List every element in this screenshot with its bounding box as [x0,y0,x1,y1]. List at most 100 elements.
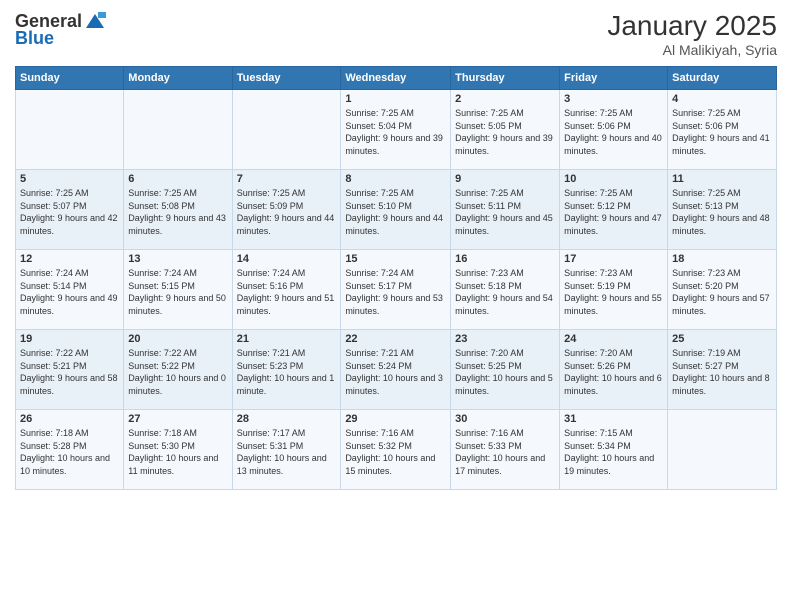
day-content: Sunrise: 7:25 AM Sunset: 5:10 PM Dayligh… [345,187,446,237]
table-row: 20 Sunrise: 7:22 AM Sunset: 5:22 PM Dayli… [124,330,232,410]
day-number: 3 [564,93,663,105]
calendar-week-row: 5 Sunrise: 7:25 AM Sunset: 5:07 PM Daylig… [16,170,777,250]
table-row [668,410,777,490]
page-header: General Blue January 2025 Al Malikiyah, … [15,10,777,58]
table-row: 6 Sunrise: 7:25 AM Sunset: 5:08 PM Daylig… [124,170,232,250]
day-content: Sunrise: 7:25 AM Sunset: 5:06 PM Dayligh… [564,107,663,157]
table-row: 4 Sunrise: 7:25 AM Sunset: 5:06 PM Daylig… [668,90,777,170]
table-row: 9 Sunrise: 7:25 AM Sunset: 5:11 PM Daylig… [451,170,560,250]
table-row: 10 Sunrise: 7:25 AM Sunset: 5:12 PM Dayli… [560,170,668,250]
table-row: 24Sunrise: 7:20 AM Sunset: 5:26 PM Dayli… [560,330,668,410]
day-content: Sunrise: 7:25 AM Sunset: 5:09 PM Dayligh… [237,187,337,237]
table-row: 2 Sunrise: 7:25 AM Sunset: 5:05 PM Daylig… [451,90,560,170]
calendar-body: 1 Sunrise: 7:25 AM Sunset: 5:04 PM Daylig… [16,90,777,490]
day-content: Sunrise: 7:25 AM Sunset: 5:12 PM Dayligh… [564,187,663,237]
calendar-table: Sunday Monday Tuesday Wednesday Thursday… [15,66,777,490]
month-title: January 2025 [607,10,777,42]
day-content: Sunrise: 7:24 AM Sunset: 5:14 PM Dayligh… [20,267,119,317]
day-number: 14 [237,253,337,265]
day-number: 4 [672,93,772,105]
calendar-week-row: 19 Sunrise: 7:22 AM Sunset: 5:21 PM Dayli… [16,330,777,410]
table-row: 31Sunrise: 7:15 AM Sunset: 5:34 PM Dayli… [560,410,668,490]
day-number: 5 [20,173,119,185]
day-number: 12 [20,253,119,265]
table-row: 27Sunrise: 7:18 AM Sunset: 5:30 PM Dayli… [124,410,232,490]
day-number: 11 [672,173,772,185]
table-row: 18Sunrise: 7:23 AM Sunset: 5:20 PM Dayli… [668,250,777,330]
day-number: 20 [128,333,227,345]
day-number: 15 [345,253,446,265]
day-content: Sunrise: 7:20 AM Sunset: 5:25 PM Dayligh… [455,347,555,397]
day-content: Sunrise: 7:21 AM Sunset: 5:24 PM Dayligh… [345,347,446,397]
col-friday: Friday [560,67,668,90]
table-row: 22Sunrise: 7:21 AM Sunset: 5:24 PM Dayli… [341,330,451,410]
day-content: Sunrise: 7:25 AM Sunset: 5:04 PM Dayligh… [345,107,446,157]
table-row: 8 Sunrise: 7:25 AM Sunset: 5:10 PM Daylig… [341,170,451,250]
day-content: Sunrise: 7:16 AM Sunset: 5:33 PM Dayligh… [455,427,555,477]
day-number: 6 [128,173,227,185]
day-content: Sunrise: 7:24 AM Sunset: 5:16 PM Dayligh… [237,267,337,317]
day-number: 19 [20,333,119,345]
day-number: 25 [672,333,772,345]
page-container: General Blue January 2025 Al Malikiyah, … [0,0,792,612]
table-row: 12 Sunrise: 7:24 AM Sunset: 5:14 PM Dayli… [16,250,124,330]
table-row: 28 Sunrise: 7:17 AM Sunset: 5:31 PM Dayli… [232,410,341,490]
day-content: Sunrise: 7:22 AM Sunset: 5:21 PM Dayligh… [20,347,119,397]
day-number: 26 [20,413,119,425]
table-row: 16Sunrise: 7:23 AM Sunset: 5:18 PM Dayli… [451,250,560,330]
day-content: Sunrise: 7:21 AM Sunset: 5:23 PM Dayligh… [237,347,337,397]
table-row: 21 Sunrise: 7:21 AM Sunset: 5:23 PM Dayli… [232,330,341,410]
day-number: 29 [345,413,446,425]
day-number: 13 [128,253,227,265]
table-row: 15 Sunrise: 7:24 AM Sunset: 5:17 PM Dayli… [341,250,451,330]
day-number: 2 [455,93,555,105]
calendar-week-row: 26Sunrise: 7:18 AM Sunset: 5:28 PM Dayli… [16,410,777,490]
day-number: 21 [237,333,337,345]
day-content: Sunrise: 7:25 AM Sunset: 5:06 PM Dayligh… [672,107,772,157]
day-content: Sunrise: 7:19 AM Sunset: 5:27 PM Dayligh… [672,347,772,397]
table-row: 1 Sunrise: 7:25 AM Sunset: 5:04 PM Daylig… [341,90,451,170]
day-content: Sunrise: 7:25 AM Sunset: 5:13 PM Dayligh… [672,187,772,237]
logo: General Blue [15,10,106,49]
day-content: Sunrise: 7:25 AM Sunset: 5:05 PM Dayligh… [455,107,555,157]
col-saturday: Saturday [668,67,777,90]
location-subtitle: Al Malikiyah, Syria [607,42,777,58]
table-row: 23Sunrise: 7:20 AM Sunset: 5:25 PM Dayli… [451,330,560,410]
day-content: Sunrise: 7:17 AM Sunset: 5:31 PM Dayligh… [237,427,337,477]
calendar-week-row: 12 Sunrise: 7:24 AM Sunset: 5:14 PM Dayli… [16,250,777,330]
day-number: 10 [564,173,663,185]
col-thursday: Thursday [451,67,560,90]
day-number: 8 [345,173,446,185]
day-number: 17 [564,253,663,265]
table-row: 14 Sunrise: 7:24 AM Sunset: 5:16 PM Dayli… [232,250,341,330]
table-row: 11 Sunrise: 7:25 AM Sunset: 5:13 PM Dayli… [668,170,777,250]
calendar-week-row: 1 Sunrise: 7:25 AM Sunset: 5:04 PM Daylig… [16,90,777,170]
table-row [232,90,341,170]
table-row: 29 Sunrise: 7:16 AM Sunset: 5:32 PM Dayli… [341,410,451,490]
day-number: 18 [672,253,772,265]
day-number: 7 [237,173,337,185]
col-wednesday: Wednesday [341,67,451,90]
day-number: 1 [345,93,446,105]
day-content: Sunrise: 7:16 AM Sunset: 5:32 PM Dayligh… [345,427,446,477]
day-content: Sunrise: 7:25 AM Sunset: 5:08 PM Dayligh… [128,187,227,237]
day-content: Sunrise: 7:20 AM Sunset: 5:26 PM Dayligh… [564,347,663,397]
col-monday: Monday [124,67,232,90]
table-row: 5 Sunrise: 7:25 AM Sunset: 5:07 PM Daylig… [16,170,124,250]
day-content: Sunrise: 7:23 AM Sunset: 5:19 PM Dayligh… [564,267,663,317]
day-content: Sunrise: 7:25 AM Sunset: 5:11 PM Dayligh… [455,187,555,237]
col-sunday: Sunday [16,67,124,90]
day-number: 28 [237,413,337,425]
day-number: 9 [455,173,555,185]
col-tuesday: Tuesday [232,67,341,90]
logo-icon [84,10,106,32]
day-number: 30 [455,413,555,425]
title-block: January 2025 Al Malikiyah, Syria [607,10,777,58]
day-content: Sunrise: 7:24 AM Sunset: 5:17 PM Dayligh… [345,267,446,317]
table-row: 13Sunrise: 7:24 AM Sunset: 5:15 PM Dayli… [124,250,232,330]
table-row: 26Sunrise: 7:18 AM Sunset: 5:28 PM Dayli… [16,410,124,490]
table-row: 17 Sunrise: 7:23 AM Sunset: 5:19 PM Dayli… [560,250,668,330]
table-row [16,90,124,170]
day-content: Sunrise: 7:22 AM Sunset: 5:22 PM Dayligh… [128,347,227,397]
day-content: Sunrise: 7:25 AM Sunset: 5:07 PM Dayligh… [20,187,119,237]
